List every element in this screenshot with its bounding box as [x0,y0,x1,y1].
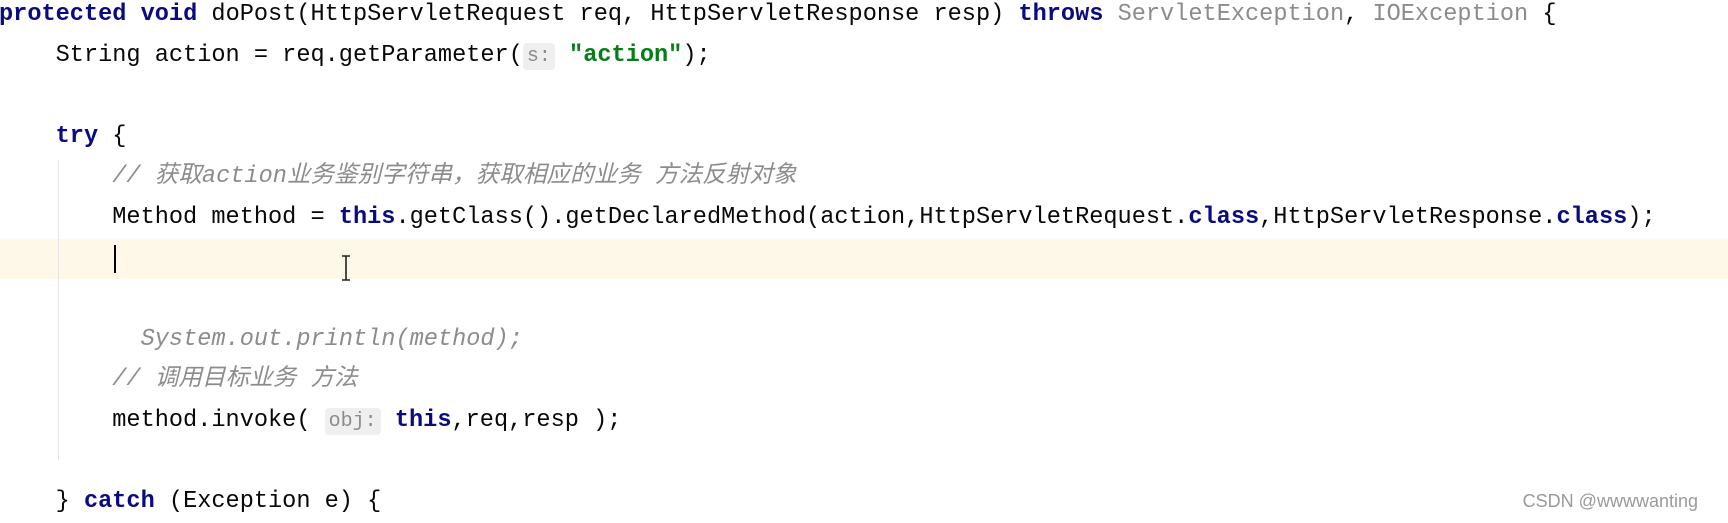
watermark: CSDN @wwwwanting [1522,491,1698,511]
code-token: String action = req.getParameter( [55,41,523,69]
code-token: ); [1627,204,1656,231]
comment-token: System.out.println(method); [140,325,523,353]
mouse-ibeam-cursor-icon [342,255,350,281]
code-editor[interactable]: protected void doPost(HttpServletRequest… [0,0,1728,523]
code-token: { [98,122,127,150]
code-line[interactable]: System.out.println(method); [141,320,523,361]
code-token: ,HttpServletResponse. [1259,204,1557,231]
code-line[interactable]: // 调用目标业务 方法 [112,360,357,401]
current-line-highlight [0,238,1728,280]
code-token: , [1344,1,1373,28]
code-token: ); [682,41,711,69]
string-token: "action" [569,41,683,69]
comment-token: // 获取action业务鉴别字符串，获取相应的业务 方法反射对象 [112,163,797,191]
keyword-token: void [140,1,198,28]
code-token: doPost(HttpServletRequest req, HttpServl… [197,1,1019,28]
keyword-token: this [338,204,396,231]
keyword-token: this [394,407,452,434]
code-line[interactable]: Method method = this.getClass().getDecla… [112,198,1655,239]
keyword-token: catch [83,488,155,516]
code-line[interactable]: method.invoke( obj: this,req,resp ); [112,401,621,442]
keyword-token: try [55,122,99,150]
code-token: } [55,488,84,516]
code-line[interactable]: String action = req.getParameter(s: "act… [56,36,711,77]
indent-guide [58,160,59,460]
code-token: ,req,resp ); [451,407,622,434]
keyword-token: throws [1018,1,1104,28]
code-token: (Exception e) { [154,488,382,516]
code-token: IOException [1372,1,1529,28]
code-token: method.invoke( [112,407,325,434]
parameter-hint: obj: [324,408,381,435]
code-line[interactable]: try { [56,117,127,158]
keyword-token: protected [0,1,127,28]
code-token: Method method = [112,204,339,231]
code-token: .getClass().getDeclaredMethod(action,Htt… [395,204,1189,231]
code-token: { [1528,1,1557,28]
text-caret [114,244,116,273]
code-line[interactable]: } catch (Exception e) { [56,482,382,523]
code-token: ServletException [1117,1,1345,28]
code-line[interactable]: // 获取action业务鉴别字符串，获取相应的业务 方法反射对象 [112,157,796,198]
parameter-hint: s: [522,42,555,70]
keyword-token: class [1556,204,1628,231]
code-line[interactable]: protected void doPost(HttpServletRequest… [0,0,1557,36]
comment-token: // 调用目标业务 方法 [112,366,358,394]
keyword-token: class [1188,204,1260,231]
